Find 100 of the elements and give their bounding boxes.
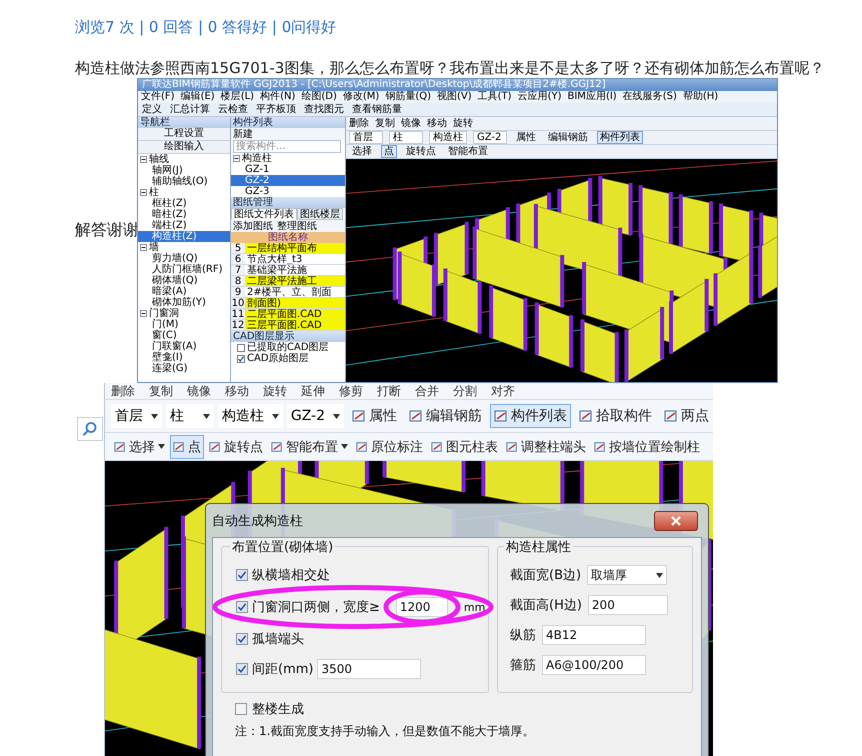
tree-item[interactable]: 连梁(G) [138, 363, 230, 374]
tab[interactable]: 图纸楼层 [297, 208, 343, 220]
toolbar-button[interactable]: 移动 [427, 118, 447, 129]
tree-item[interactable]: GZ-2 [231, 175, 345, 186]
tree-item[interactable]: 暗梁(A) [138, 286, 230, 297]
search-field[interactable]: 搜索构件... [233, 140, 341, 153]
dropdown[interactable]: 柱 [166, 404, 214, 428]
toolbar-button[interactable]: 选择 [111, 434, 168, 458]
tree-item[interactable]: 砌体墙(Q) [138, 275, 230, 286]
toolbar-button[interactable]: 点 [170, 434, 204, 458]
menu-item[interactable]: 构件(N) [260, 91, 296, 103]
tree-item[interactable]: 人防门框墙(RF) [138, 264, 230, 275]
menu-item[interactable]: 钢筋量(Q) [385, 91, 431, 103]
menu-item[interactable]: 编辑(E) [180, 91, 215, 103]
collapse-icon[interactable] [140, 156, 147, 163]
menu-item[interactable]: 帮助(H) [682, 91, 718, 103]
collapse-icon[interactable] [140, 310, 147, 317]
toolbar-button[interactable]: 延伸 [301, 383, 325, 399]
toolbar-button[interactable]: 调整柱端头 [503, 434, 589, 458]
toolbar-button[interactable]: 旋转 [263, 383, 287, 399]
menu-item[interactable]: 修改(M) [342, 91, 380, 103]
menu-item[interactable]: 文件(F) [141, 91, 175, 103]
toolbar-button[interactable]: 选择 [349, 145, 375, 158]
input-field[interactable]: 3500 [317, 659, 422, 679]
toolbar-button[interactable]: 两点 [660, 404, 713, 428]
toolbar-button[interactable]: 分割 [453, 383, 477, 399]
toolbar-button[interactable]: 属性 [513, 131, 539, 144]
tree-folder-label[interactable]: 柱 [149, 187, 159, 198]
tree-item[interactable]: GZ-1 [231, 164, 345, 175]
dropdown[interactable]: GZ-2 [286, 404, 344, 428]
toolbar-button[interactable]: 镜像 [187, 383, 211, 399]
tree-item[interactable]: 辅助轴线(O) [138, 176, 230, 187]
tree-item[interactable]: 门(M) [138, 319, 230, 330]
nav-button[interactable]: 工程设置 [138, 128, 230, 141]
toolbar-button[interactable]: 构件列表 [597, 131, 643, 144]
tree-item[interactable]: 窗(C) [138, 330, 230, 341]
toolbar-button[interactable]: 查找图元 [304, 104, 344, 115]
tree-folder-label[interactable]: 墙 [149, 242, 159, 253]
close-button[interactable] [654, 510, 698, 530]
toolbar-button[interactable]: 查看钢筋量 [352, 104, 402, 115]
toolbar-button[interactable]: 旋转点 [403, 145, 439, 158]
toolbar-button[interactable]: 智能布置 [268, 434, 351, 458]
search-icon[interactable] [82, 421, 98, 437]
toolbar-button[interactable]: 添加图纸 [233, 220, 273, 232]
checkbox[interactable] [236, 633, 248, 645]
new-button[interactable]: 新建 [233, 128, 253, 140]
toolbar-button[interactable]: 智能布置 [445, 145, 491, 158]
toolbar-button[interactable]: 拾取构件 [575, 404, 656, 428]
nav-button[interactable]: 绘图输入 [138, 141, 230, 154]
toolbar-button[interactable]: 按墙位置绘制柱 [591, 434, 703, 458]
dropdown[interactable]: 构造柱 [218, 404, 283, 428]
input-field[interactable]: A6@100/200 [542, 655, 646, 675]
dropdown[interactable]: GZ-2 [473, 131, 507, 144]
menu-item[interactable]: 在线服务(S) [622, 91, 677, 103]
dropdown[interactable]: 构造柱 [429, 131, 467, 144]
toolbar-button[interactable]: 构件列表 [490, 404, 571, 428]
menu-item[interactable]: 绘图(D) [301, 91, 337, 103]
menu-item[interactable]: 云应用(Y) [518, 91, 562, 103]
toolbar-button[interactable]: 云检查 [218, 104, 248, 115]
input-field[interactable]: 200 [588, 595, 668, 615]
tree-item[interactable]: 暗柱(Z) [138, 209, 230, 220]
toolbar-button[interactable]: 图元柱表 [428, 434, 501, 458]
toolbar-button[interactable]: 删除 [349, 118, 369, 129]
toolbar-button[interactable]: 复制 [375, 118, 395, 129]
tab[interactable]: 图纸文件列表 [231, 208, 297, 220]
toolbar-button[interactable]: 点 [381, 145, 397, 158]
toolbar-button[interactable]: 属性 [348, 404, 401, 428]
toolbar-button[interactable]: 汇总计算 [170, 104, 210, 115]
toolbar-button[interactable]: 对齐 [491, 383, 515, 399]
toolbar-button[interactable]: 编辑钢筋 [545, 131, 591, 144]
tree-item[interactable]: 剪力墙(Q) [138, 253, 230, 264]
checkbox[interactable] [237, 354, 245, 362]
tree-item[interactable]: GZ-3 [231, 186, 345, 197]
checkbox[interactable] [236, 601, 248, 613]
table-cell[interactable]: 三层平面图.CAD [245, 320, 345, 330]
tree-folder-label[interactable]: 轴线 [149, 154, 169, 165]
toolbar-button[interactable]: 旋转点 [206, 434, 266, 458]
tree-item[interactable]: 门联窗(A) [138, 341, 230, 352]
collapse-icon[interactable] [233, 155, 240, 162]
checkbox[interactable] [235, 703, 247, 715]
menu-item[interactable]: 工具(T) [478, 91, 512, 103]
table-cell[interactable]: 节点大样_t3 [245, 254, 345, 264]
table-cell[interactable]: 二层平面图.CAD [245, 309, 345, 319]
tree-item[interactable]: 端柱(Z) [138, 220, 230, 231]
toolbar-button[interactable]: 合并 [415, 383, 439, 399]
input-field[interactable]: 1200 [396, 597, 448, 617]
toolbar-button[interactable]: 定义 [142, 104, 162, 115]
toolbar-button[interactable]: 删除 [111, 383, 135, 399]
menu-item[interactable]: 视图(V) [437, 91, 472, 103]
tree-item[interactable]: 砌体加筋(Y) [138, 297, 230, 308]
toolbar-button[interactable]: 复制 [149, 383, 173, 399]
tree-item[interactable]: 轴网(J) [138, 165, 230, 176]
collapse-icon[interactable] [140, 244, 147, 251]
tree-item[interactable]: 构造柱(Z) [138, 231, 230, 242]
toolbar-button[interactable]: 镜像 [401, 118, 421, 129]
menu-item[interactable]: 楼层(L) [220, 91, 254, 103]
tree-item[interactable]: 壁龛(I) [138, 352, 230, 363]
collapse-icon[interactable] [140, 189, 147, 196]
toolbar-button[interactable]: 原位标注 [353, 434, 426, 458]
toolbar-button[interactable]: 修剪 [339, 383, 363, 399]
